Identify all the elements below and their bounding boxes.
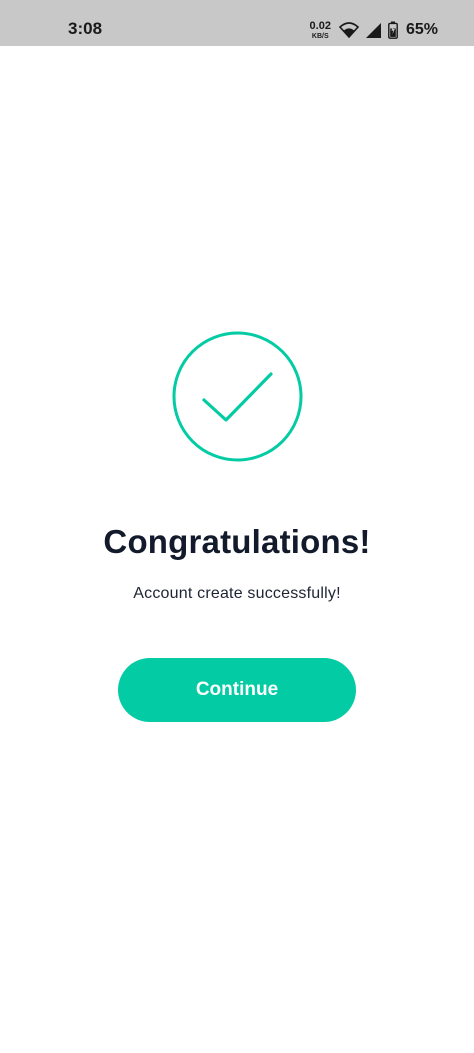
signal-icon bbox=[365, 22, 382, 39]
success-message: Account create successfully! bbox=[133, 585, 341, 602]
network-speed-unit: KB/S bbox=[311, 32, 329, 40]
success-screen: 3:08 0.02 KB/S 65% Congratulations! Acco… bbox=[0, 0, 474, 1053]
status-icons: 0.02 KB/S 65% bbox=[310, 19, 438, 41]
page-title: Congratulations! bbox=[103, 523, 371, 560]
network-speed: 0.02 KB/S bbox=[309, 19, 331, 40]
battery-percent: 65% bbox=[405, 21, 438, 38]
battery-icon bbox=[388, 21, 398, 39]
status-time: 3:08 bbox=[68, 19, 103, 38]
status-bar: 3:08 0.02 KB/S 65% bbox=[0, 0, 474, 46]
checkmark-circle-icon bbox=[172, 331, 303, 462]
continue-button[interactable]: Continue bbox=[118, 658, 356, 722]
wifi-icon bbox=[338, 22, 359, 38]
network-speed-value: 0.02 bbox=[309, 19, 331, 32]
